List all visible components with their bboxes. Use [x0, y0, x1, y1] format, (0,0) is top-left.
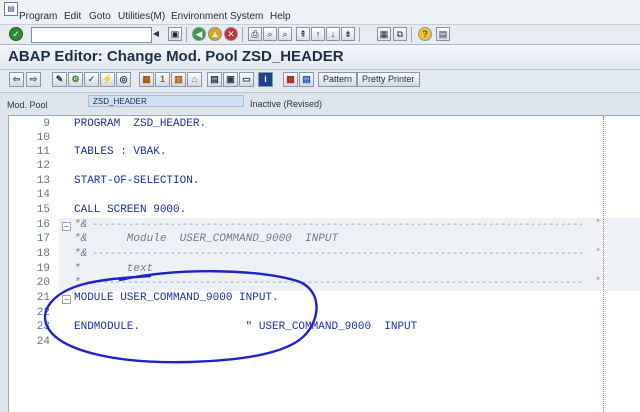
separator — [242, 27, 243, 42]
line-number: 21 — [36, 292, 50, 304]
help-icon[interactable]: ? — [418, 27, 432, 41]
line-number: 17 — [36, 233, 50, 245]
next-object-icon[interactable]: ⇨ — [26, 72, 41, 87]
comment-dash-rule: ----------------------------------------… — [92, 249, 585, 260]
check-icon[interactable]: ✓ — [84, 72, 99, 87]
line-number: 22 — [36, 307, 50, 319]
comment-dash-rule: ----------------------------------------… — [85, 278, 584, 289]
menu-utilities[interactable]: Utilities(M) — [118, 11, 165, 22]
code-line[interactable]: ENDMODULE. " USER_COMMAND_9000 INPUT — [74, 321, 417, 333]
page-title: ABAP Editor: Change Mod. Pool ZSD_HEADER — [8, 48, 344, 65]
system-menu-icon[interactable]: ▤ — [4, 2, 18, 16]
comment-line[interactable]: *& Module USER_COMMAND_9000 INPUT — [74, 233, 338, 245]
code-line[interactable]: TABLES : VBAK. — [74, 146, 166, 158]
display-object-list-icon[interactable]: ▤ — [207, 72, 222, 87]
collapse-block-icon[interactable]: − — [62, 295, 71, 304]
create-session-icon[interactable]: ▦ — [377, 27, 391, 41]
code-line[interactable]: PROGRAM ZSD_HEADER. — [74, 118, 206, 130]
program-type-label: Mod. Pool — [7, 100, 48, 110]
comment-line[interactable]: * — [74, 277, 81, 289]
enter-icon[interactable]: ✓ — [9, 27, 23, 41]
display-change-icon[interactable]: ✎ — [52, 72, 67, 87]
menu-bar: ▤ Program Edit Goto Utilities(M) Environ… — [0, 0, 640, 25]
code-line[interactable]: CALL SCREEN 9000. — [74, 204, 186, 216]
separator — [359, 27, 360, 42]
find-icon[interactable]: ⌕ — [263, 27, 277, 41]
application-toolbar: ⇦ ⇨ ✎ ⚙ ✓ ⚡ ◎ ▦ 1 ▥ ⌂ ▤ ▣ ▭ i ▦ ▤ Patter… — [0, 70, 640, 93]
hierarchy-icon[interactable]: ⌂ — [187, 72, 202, 87]
line-number: 13 — [36, 175, 50, 187]
save-icon[interactable]: ▣ — [168, 27, 182, 41]
comment-end-marker: * — [595, 248, 602, 259]
navigation-window-icon[interactable]: ▥ — [171, 72, 186, 87]
line-number: 20 — [36, 277, 50, 289]
breakpoint-icon[interactable]: ▤ — [299, 72, 314, 87]
previous-page-icon[interactable]: ↑ — [311, 27, 325, 41]
separator — [411, 27, 412, 42]
print-icon[interactable]: ⎙ — [248, 27, 262, 41]
menu-goto[interactable]: Goto — [89, 11, 111, 22]
line-number: 16 — [36, 219, 50, 231]
cancel-icon[interactable]: ✕ — [224, 27, 238, 41]
comment-end-marker: * — [595, 219, 602, 230]
line-length-guide — [603, 116, 604, 412]
line-number: 10 — [36, 132, 50, 144]
comment-end-marker: * — [595, 277, 602, 288]
standard-toolbar: ✓ ◀ ▣ ◀ ▲ ✕ ⎙ ⌕ ⌕ ⇞ ↑ ↓ ⇟ ▦ ⧉ ? ▤ — [0, 25, 640, 45]
command-history-dropdown-icon[interactable]: ◀ — [152, 27, 160, 41]
next-page-icon[interactable]: ↓ — [326, 27, 340, 41]
where-used-icon[interactable]: ▦ — [139, 72, 154, 87]
status-text: Inactive (Revised) — [250, 99, 323, 109]
code-line[interactable]: START-OF-SELECTION. — [74, 175, 199, 187]
last-page-icon[interactable]: ⇟ — [341, 27, 355, 41]
line-number: 14 — [36, 189, 50, 201]
customize-layout-icon[interactable]: ▤ — [436, 27, 450, 41]
set-breakpoint-icon[interactable]: ▣ — [223, 72, 238, 87]
line-number: 11 — [36, 146, 50, 158]
separator — [186, 27, 187, 42]
exit-icon[interactable]: ▲ — [208, 27, 222, 41]
shortcut-icon[interactable]: ⧉ — [393, 27, 407, 41]
command-field[interactable] — [31, 27, 152, 43]
back-icon[interactable]: ◀ — [192, 27, 206, 41]
info-icon[interactable]: i — [258, 72, 273, 87]
menu-program[interactable]: Program — [19, 11, 57, 22]
comment-line[interactable]: *& — [74, 248, 87, 260]
line-number: 18 — [36, 248, 50, 260]
collapse-block-icon[interactable]: − — [62, 222, 71, 231]
title-bar: ABAP Editor: Change Mod. Pool ZSD_HEADER — [0, 45, 640, 70]
previous-object-icon[interactable]: ⇦ — [9, 72, 24, 87]
split-screen-icon[interactable]: ▭ — [239, 72, 254, 87]
find-next-icon[interactable]: ⌕ — [278, 27, 292, 41]
line-number: 19 — [36, 263, 50, 275]
line-number: 23 — [36, 321, 50, 333]
menu-environment[interactable]: Environment — [171, 11, 227, 22]
line-number: 15 — [36, 204, 50, 216]
comment-line[interactable]: *& — [74, 219, 87, 231]
line-number: 12 — [36, 160, 50, 172]
line-number: 9 — [43, 118, 50, 130]
first-page-icon[interactable]: ⇞ — [296, 27, 310, 41]
menu-help[interactable]: Help — [270, 11, 291, 22]
pretty-printer-button[interactable]: Pretty Printer — [357, 72, 420, 87]
line-number: 24 — [36, 336, 50, 348]
object-list-icon[interactable]: 1 — [155, 72, 170, 87]
test-icon[interactable]: ◎ — [116, 72, 131, 87]
comment-line[interactable]: * text — [74, 263, 153, 275]
code-editor[interactable]: 9 PROGRAM ZSD_HEADER. 10 11 TABLES : VBA… — [8, 115, 640, 412]
activate-icon[interactable]: ⚡ — [100, 72, 115, 87]
menu-edit[interactable]: Edit — [64, 11, 81, 22]
pattern-button[interactable]: Pattern — [318, 72, 358, 87]
program-info-row: Mod. Pool ZSD_HEADER Inactive (Revised) — [0, 93, 640, 113]
menu-system[interactable]: System — [230, 11, 263, 22]
program-name-field: ZSD_HEADER — [88, 95, 244, 107]
code-line[interactable]: MODULE USER_COMMAND_9000 INPUT. — [74, 292, 279, 304]
other-object-icon[interactable]: ⚙ — [68, 72, 83, 87]
comment-dash-rule: ----------------------------------------… — [92, 220, 585, 231]
insert-statement-icon[interactable]: ▦ — [283, 72, 298, 87]
